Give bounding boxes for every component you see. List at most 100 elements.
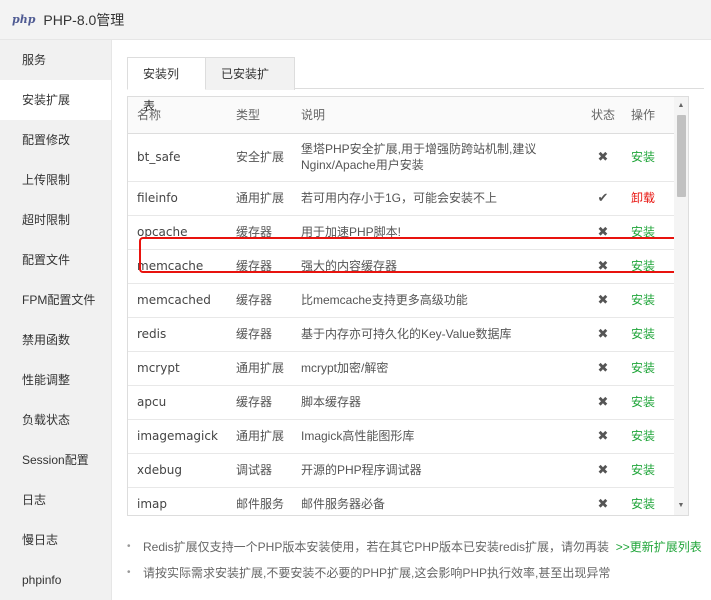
extension-description: Imagick高性能图形库	[292, 419, 577, 454]
extension-description: mcrypt加密/解密	[292, 351, 577, 386]
not-installed-icon: ✖	[597, 326, 609, 341]
extension-name: memcached	[128, 283, 227, 318]
extension-type: 缓存器	[227, 215, 292, 250]
extension-description: 脚本缓存器	[292, 385, 577, 420]
main-panel: 安装列表 已安装扩展 名称 类型 说明 状态 操作	[112, 40, 711, 600]
sidebar-item-timeout-limit[interactable]: 超时限制	[0, 200, 111, 240]
table-header-row: 名称 类型 说明 状态 操作	[128, 97, 688, 134]
uninstall-button[interactable]: 卸载	[631, 191, 655, 205]
not-installed-icon: ✖	[597, 360, 609, 375]
table-row: memcached 缓存器 比memcache支持更多高级功能 ✖ 安装	[128, 283, 688, 318]
column-header-description: 说明	[292, 97, 577, 134]
table-row: xdebug 调试器 开源的PHP程序调试器 ✖ 安装	[128, 453, 688, 488]
install-button[interactable]: 安装	[631, 429, 655, 443]
extension-description: 若可用内存小于1G，可能会安装不上	[292, 181, 577, 216]
extension-name: bt_safe	[128, 133, 227, 182]
install-button[interactable]: 安装	[631, 259, 655, 273]
extension-description: 邮件服务器必备	[292, 487, 577, 515]
note-install-advice-text: 请按实际需求安装扩展,不要安装不必要的PHP扩展,这会影响PHP执行效率,甚至出…	[143, 566, 611, 580]
extension-description: 强大的内容缓存器	[292, 249, 577, 284]
not-installed-icon: ✖	[597, 224, 609, 239]
sidebar-item-config-file[interactable]: 配置文件	[0, 240, 111, 280]
install-button[interactable]: 安装	[631, 395, 655, 409]
extension-table-container: 名称 类型 说明 状态 操作 bt_safe 安全扩展 堡塔PHP安全扩展,用于…	[127, 96, 689, 516]
install-button[interactable]: 安装	[631, 327, 655, 341]
extension-description: 比memcache支持更多高级功能	[292, 283, 577, 318]
note-redis-text: Redis扩展仅支持一个PHP版本安装使用，若在其它PHP版本已安装redis扩…	[143, 540, 610, 554]
extension-description: 用于加速PHP脚本!	[292, 215, 577, 250]
sidebar-item-config-modify[interactable]: 配置修改	[0, 120, 111, 160]
extension-type: 缓存器	[227, 283, 292, 318]
install-button[interactable]: 安装	[631, 293, 655, 307]
table-row: redis 缓存器 基于内存亦可持久化的Key-Value数据库 ✖ 安装	[128, 317, 688, 352]
extension-type: 安全扩展	[227, 133, 292, 182]
sidebar-item-upload-limit[interactable]: 上传限制	[0, 160, 111, 200]
installed-check-icon: ✔	[597, 190, 609, 205]
scroll-thumb[interactable]	[677, 115, 686, 197]
php-logo: php	[12, 13, 36, 26]
sidebar-item-slow-log[interactable]: 慢日志	[0, 520, 111, 560]
column-header-type: 类型	[227, 97, 292, 134]
window-title: PHP-8.0管理	[43, 11, 125, 28]
sidebar-item-disabled-functions[interactable]: 禁用函数	[0, 320, 111, 360]
extension-type: 通用扩展	[227, 181, 292, 216]
extension-name: redis	[128, 317, 227, 352]
extension-name: xdebug	[128, 453, 227, 488]
install-button[interactable]: 安装	[631, 497, 655, 511]
extension-name: mcrypt	[128, 351, 227, 386]
extension-type: 通用扩展	[227, 419, 292, 454]
extension-table: 名称 类型 说明 状态 操作 bt_safe 安全扩展 堡塔PHP安全扩展,用于…	[128, 97, 688, 515]
sidebar-item-fpm-config[interactable]: FPM配置文件	[0, 280, 111, 320]
scroll-down-arrow-icon[interactable]: ▼	[674, 499, 688, 513]
install-button[interactable]: 安装	[631, 361, 655, 375]
not-installed-icon: ✖	[597, 394, 609, 409]
extension-type: 调试器	[227, 453, 292, 488]
sidebar-item-phpinfo[interactable]: phpinfo	[0, 560, 111, 600]
install-button[interactable]: 安装	[631, 225, 655, 239]
sidebar-item-log[interactable]: 日志	[0, 480, 111, 520]
extension-name: fileinfo	[128, 181, 227, 216]
extension-type: 缓存器	[227, 385, 292, 420]
sidebar: 服务 安装扩展 配置修改 上传限制 超时限制 配置文件 FPM配置文件 禁用函数…	[0, 40, 112, 600]
notes-section: • Redis扩展仅支持一个PHP版本安装使用，若在其它PHP版本已安装redi…	[127, 536, 704, 584]
update-extension-list-link[interactable]: >>更新扩展列表	[616, 540, 702, 554]
not-installed-icon: ✖	[597, 258, 609, 273]
extension-type: 邮件服务	[227, 487, 292, 515]
not-installed-icon: ✖	[597, 462, 609, 477]
bullet-icon: •	[127, 541, 131, 552]
install-button[interactable]: 安装	[631, 463, 655, 477]
tab-installed-extensions[interactable]: 已安装扩展	[206, 57, 295, 113]
table-row: opcache 缓存器 用于加速PHP脚本! ✖ 安装	[128, 215, 688, 250]
extension-type: 通用扩展	[227, 351, 292, 386]
install-button[interactable]: 安装	[631, 150, 655, 164]
extension-name: opcache	[128, 215, 227, 250]
extension-description: 开源的PHP程序调试器	[292, 453, 577, 488]
table-row: apcu 缓存器 脚本缓存器 ✖ 安装	[128, 385, 688, 420]
table-scrollbar[interactable]: ▲ ▼	[674, 96, 689, 516]
extension-name: imagemagick	[128, 419, 227, 454]
not-installed-icon: ✖	[597, 428, 609, 443]
extension-type: 缓存器	[227, 317, 292, 352]
extension-description: 基于内存亦可持久化的Key-Value数据库	[292, 317, 577, 352]
tab-install-list[interactable]: 安装列表	[127, 57, 206, 113]
extension-name: imap	[128, 487, 227, 515]
title-bar: php PHP-8.0管理	[0, 0, 711, 40]
sidebar-item-install-extensions[interactable]: 安装扩展	[0, 80, 111, 120]
sidebar-item-load-status[interactable]: 负载状态	[0, 400, 111, 440]
extension-type: 缓存器	[227, 249, 292, 284]
table-row: mcrypt 通用扩展 mcrypt加密/解密 ✖ 安装	[128, 351, 688, 386]
column-header-status: 状态	[577, 97, 629, 134]
table-row: bt_safe 安全扩展 堡塔PHP安全扩展,用于增强防跨站机制,建议Nginx…	[128, 133, 688, 182]
not-installed-icon: ✖	[597, 496, 609, 511]
extension-description: 堡塔PHP安全扩展,用于增强防跨站机制,建议Nginx/Apache用户安装	[292, 133, 577, 182]
extension-name: memcache	[128, 249, 227, 284]
note-redis: • Redis扩展仅支持一个PHP版本安装使用，若在其它PHP版本已安装redi…	[127, 536, 704, 558]
scroll-up-arrow-icon[interactable]: ▲	[674, 99, 688, 113]
table-row: imap 邮件服务 邮件服务器必备 ✖ 安装	[128, 487, 688, 515]
sidebar-item-session-config[interactable]: Session配置	[0, 440, 111, 480]
tab-bar: 安装列表 已安装扩展	[127, 57, 704, 113]
sidebar-item-performance[interactable]: 性能调整	[0, 360, 111, 400]
sidebar-item-service[interactable]: 服务	[0, 40, 111, 80]
not-installed-icon: ✖	[597, 292, 609, 307]
table-row: fileinfo 通用扩展 若可用内存小于1G，可能会安装不上 ✔ 卸载	[128, 181, 688, 216]
